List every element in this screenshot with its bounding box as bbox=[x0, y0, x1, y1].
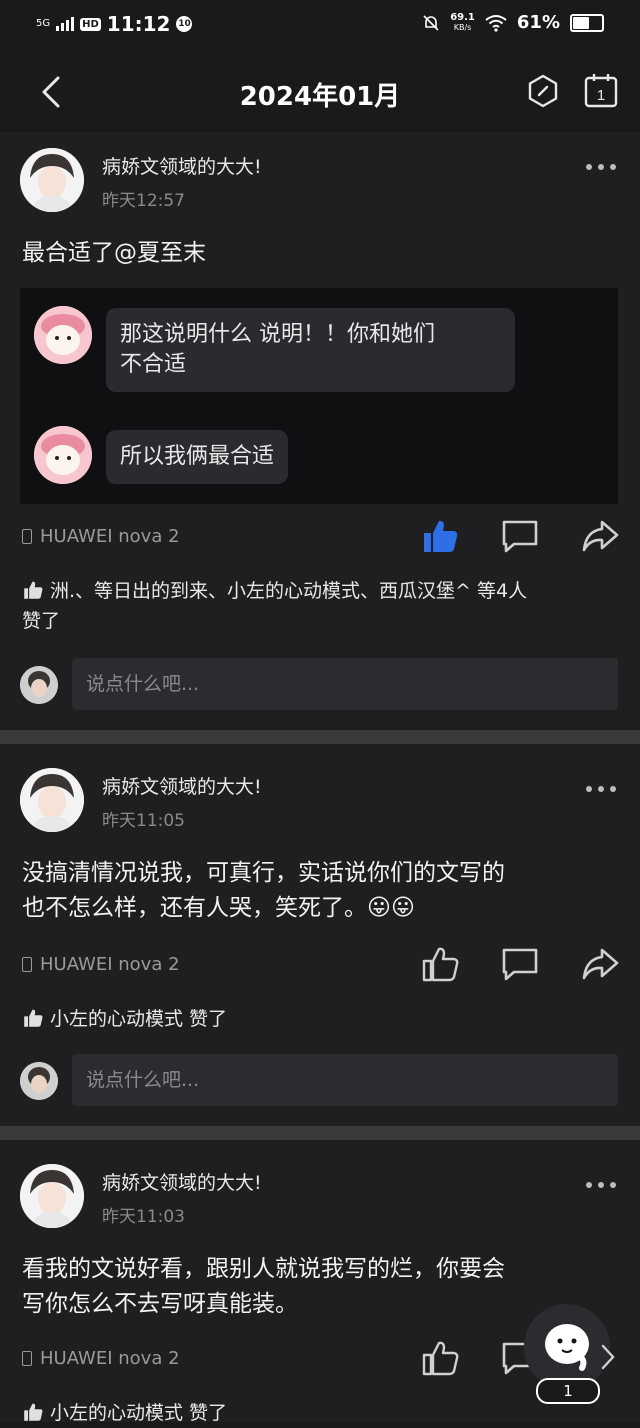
avatar[interactable] bbox=[20, 148, 84, 212]
more-icon[interactable] bbox=[584, 162, 618, 172]
username[interactable]: 病娇文领域的大大! bbox=[102, 1168, 262, 1195]
chat-screenshot: 那这说明什么 说明！！你和她们 不合适 所以我俩最合适 bbox=[20, 288, 618, 504]
chat-avatar bbox=[34, 426, 92, 484]
share-icon[interactable] bbox=[580, 944, 620, 984]
likes-summary: 小左的心动模式 赞了 bbox=[22, 1004, 620, 1034]
phone-icon bbox=[22, 529, 32, 544]
moment-post: 病娇文领域的大大! 昨天12:57 最合适了@夏至末 那这说明什么 说明！！你和… bbox=[0, 132, 640, 730]
more-icon[interactable] bbox=[584, 784, 618, 794]
post-time: 昨天12:57 bbox=[102, 191, 185, 211]
post-text: 最合适了@夏至末 bbox=[22, 240, 206, 266]
username[interactable]: 病娇文领域的大大! bbox=[102, 772, 262, 799]
like-icon[interactable] bbox=[420, 516, 460, 556]
chat-avatar bbox=[34, 306, 92, 364]
nav-bar: 2024年01月 1 bbox=[0, 50, 640, 132]
assistant-badge: 1 bbox=[536, 1378, 600, 1404]
net-speed: 69.1 bbox=[450, 11, 475, 23]
avatar[interactable] bbox=[20, 768, 84, 832]
divider bbox=[0, 1126, 640, 1140]
my-avatar bbox=[20, 1062, 58, 1100]
chat-bubble: 所以我俩最合适 bbox=[106, 430, 289, 484]
phone-icon bbox=[22, 957, 32, 972]
comment-input[interactable] bbox=[72, 1054, 618, 1106]
moment-post: 病娇文领域的大大! 昨天11:05 没搞清情况说我，可真行，实话说你们的文写的 … bbox=[0, 744, 640, 1126]
battery-icon bbox=[570, 13, 604, 32]
battery-percent: 61% bbox=[516, 12, 560, 33]
device-label: HUAWEI nova 2 bbox=[22, 526, 180, 547]
post-time: 昨天11:05 bbox=[102, 811, 185, 831]
comment-icon[interactable] bbox=[500, 944, 540, 984]
hexagon-icon[interactable] bbox=[526, 74, 560, 108]
post-text: 没搞清情况说我，可真行，实话说你们的文写的 也不怎么样，还有人哭，笑死了。😛😛 bbox=[22, 860, 505, 921]
mute-bell-icon bbox=[423, 14, 439, 31]
like-small-icon bbox=[24, 1403, 43, 1421]
comment-input[interactable] bbox=[72, 658, 618, 710]
avatar[interactable] bbox=[20, 1164, 84, 1228]
calendar-day: 1 bbox=[597, 87, 605, 104]
clock: 11:12 bbox=[106, 12, 171, 36]
post-time: 昨天11:03 bbox=[102, 1207, 185, 1227]
comment-field[interactable] bbox=[72, 1054, 618, 1106]
comment-field[interactable] bbox=[72, 658, 618, 710]
like-small-icon bbox=[24, 581, 43, 599]
more-icon[interactable] bbox=[584, 1180, 618, 1190]
signal-icon bbox=[56, 17, 75, 31]
likes-summary: 小左的心动模式 赞了 bbox=[22, 1398, 620, 1428]
share-icon[interactable] bbox=[580, 516, 620, 556]
my-avatar bbox=[20, 666, 58, 704]
chevron-right-icon[interactable] bbox=[598, 1342, 618, 1372]
wifi-icon bbox=[485, 14, 507, 32]
like-icon[interactable] bbox=[420, 1338, 460, 1378]
calendar-icon[interactable]: 1 bbox=[584, 72, 618, 108]
notification-badge: 10 bbox=[176, 16, 193, 32]
net-speed-unit: KB/s bbox=[453, 22, 472, 32]
username[interactable]: 病娇文领域的大大! bbox=[102, 152, 262, 179]
device-label: HUAWEI nova 2 bbox=[22, 954, 180, 975]
status-bar: 5G HD 11:12 10 69.1 KB/s 61% bbox=[0, 0, 640, 50]
chat-bubble: 那这说明什么 说明！！你和她们 不合适 bbox=[106, 308, 515, 392]
likes-summary: 洲.、等日出的到来、小左的心动模式、西瓜汉堡^ 等4人 赞了 bbox=[22, 580, 528, 632]
like-icon[interactable] bbox=[420, 944, 460, 984]
device-label: HUAWEI nova 2 bbox=[22, 1348, 180, 1369]
hd-badge: HD bbox=[80, 17, 101, 31]
network-type: 5G bbox=[36, 18, 51, 29]
comment-icon[interactable] bbox=[500, 516, 540, 556]
divider bbox=[0, 730, 640, 744]
like-small-icon bbox=[24, 1009, 43, 1027]
phone-icon bbox=[22, 1351, 32, 1366]
